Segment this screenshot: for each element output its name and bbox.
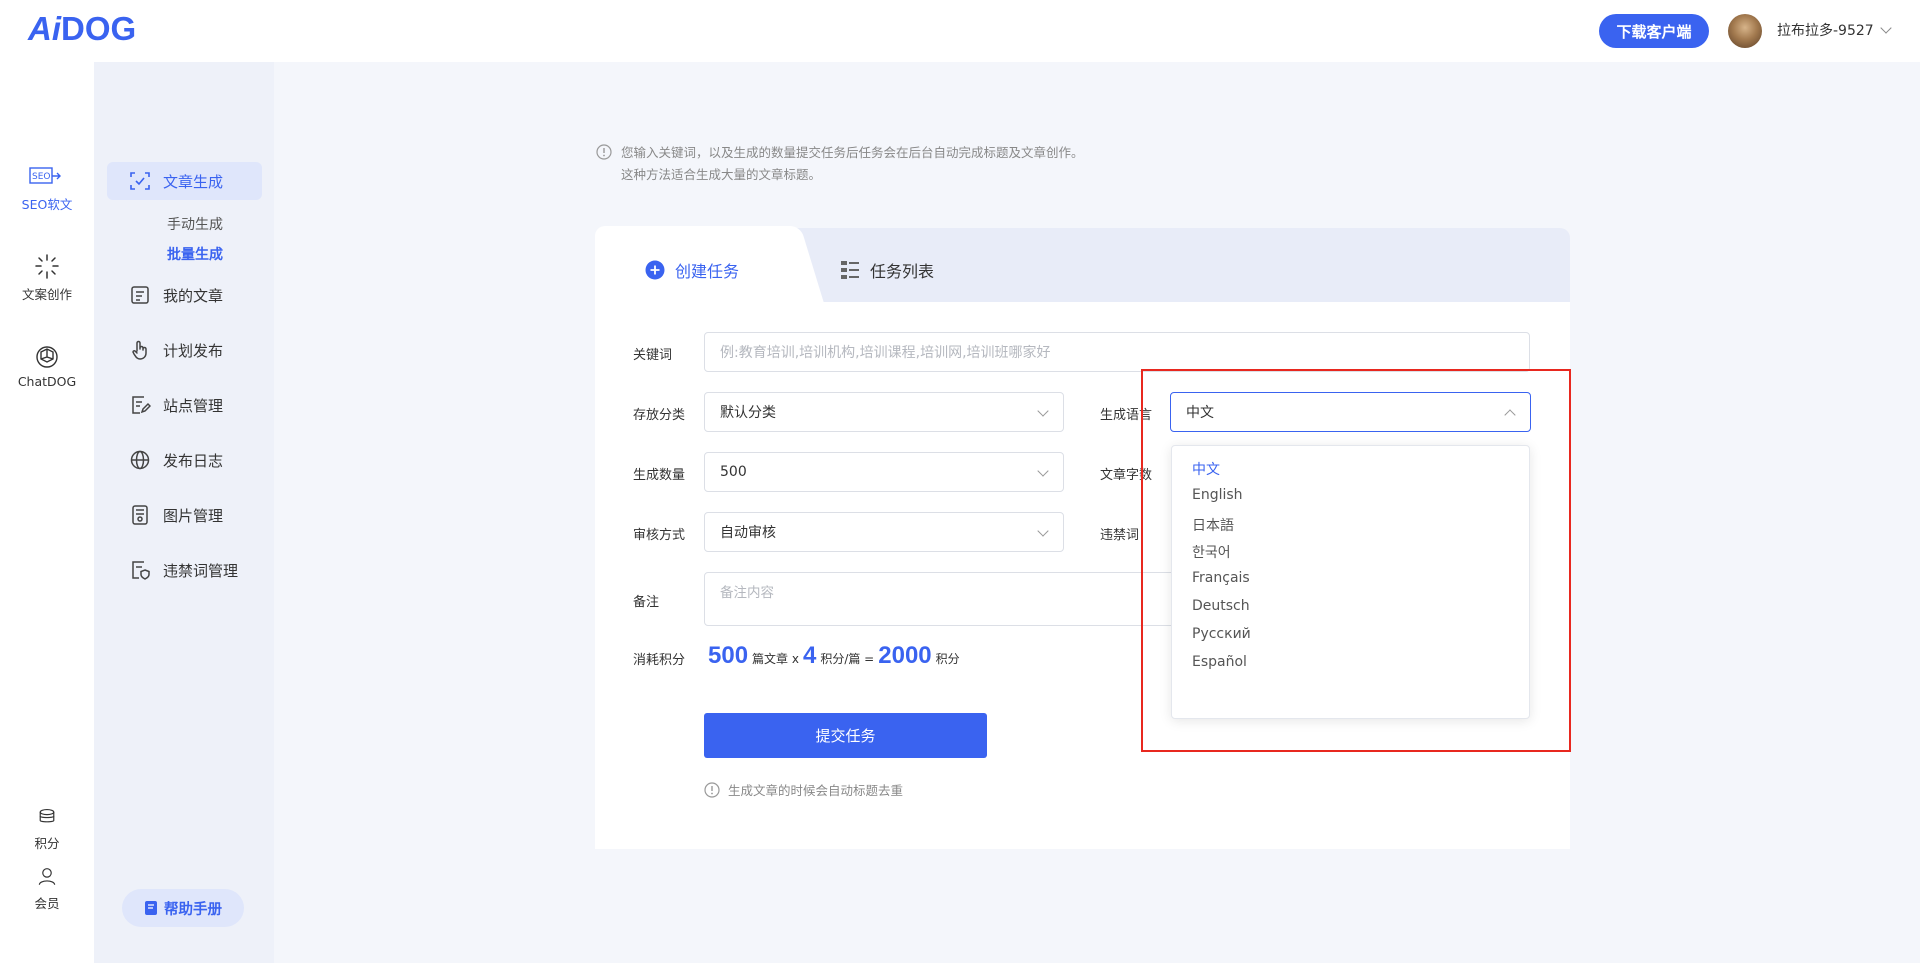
rail-item-chatdog[interactable]: ChatDOG bbox=[0, 344, 94, 389]
keyword-input[interactable]: 例:教育培训,培训机构,培训课程,培训网,培训班哪家好 bbox=[704, 332, 1530, 372]
red-highlight-box bbox=[1141, 369, 1571, 752]
chevron-down-icon bbox=[1037, 405, 1049, 417]
logo[interactable]: Ai DOG bbox=[28, 10, 136, 48]
rail-label-seo: SEO软文 bbox=[21, 197, 73, 212]
sidebar-label: 发布日志 bbox=[163, 451, 224, 470]
banned-words-label: 违禁词 bbox=[1100, 528, 1140, 543]
dedupe-tip: 生成文章的时候会自动标题去重 bbox=[704, 780, 903, 799]
svg-text:SEO: SEO bbox=[32, 172, 50, 182]
sidebar-item-banned-words[interactable]: 违禁词管理 bbox=[107, 551, 262, 589]
sidebar-item-my-articles[interactable]: 我的文章 bbox=[107, 276, 262, 314]
chevron-down-icon bbox=[1880, 22, 1892, 34]
count-value: 500 bbox=[720, 464, 747, 480]
sidebar-item-schedule-publish[interactable]: 计划发布 bbox=[107, 331, 262, 369]
note-label: 备注 bbox=[633, 595, 660, 610]
cost-label: 消耗积分 bbox=[633, 653, 686, 668]
count-select[interactable]: 500 bbox=[704, 452, 1064, 492]
keyword-label: 关键词 bbox=[633, 348, 673, 363]
rail-item-member[interactable]: 会员 bbox=[0, 867, 94, 912]
count-label: 生成数量 bbox=[633, 468, 686, 483]
tab-task-list[interactable]: 任务列表 bbox=[840, 258, 934, 282]
cost-rate: 4 bbox=[802, 642, 817, 669]
avatar[interactable] bbox=[1728, 14, 1762, 48]
rail-label-points: 积分 bbox=[34, 836, 60, 851]
rail-item-copywriting[interactable]: 文案创作 bbox=[0, 254, 94, 303]
sidebar-item-article-generate[interactable]: 文章生成 bbox=[107, 162, 262, 200]
hand-icon bbox=[132, 340, 147, 360]
sidebar-label: 我的文章 bbox=[163, 286, 224, 305]
shield-doc-icon bbox=[132, 561, 150, 580]
sidebar-child-manual[interactable]: 手动生成 bbox=[167, 214, 223, 234]
help-manual-button[interactable]: 帮助手册 bbox=[122, 889, 244, 927]
globe-icon bbox=[130, 450, 150, 470]
cost-unit-points: 积分 bbox=[935, 652, 960, 666]
info-notice: 您输入关键词，以及生成的数量提交任务后任务会在后台自动完成标题及文章创作。 这种… bbox=[596, 142, 1084, 186]
category-value: 默认分类 bbox=[720, 405, 776, 421]
rail-label-chatdog: ChatDOG bbox=[17, 374, 77, 389]
list-icon bbox=[841, 261, 859, 279]
info-circle-icon bbox=[704, 781, 720, 798]
chevron-down-icon bbox=[1037, 465, 1049, 477]
notice-line-1: 您输入关键词，以及生成的数量提交任务后任务会在后台自动完成标题及文章创作。 bbox=[621, 145, 1084, 160]
cost-count: 500 bbox=[708, 642, 749, 669]
review-select[interactable]: 自动审核 bbox=[704, 512, 1064, 552]
cost-unit-per: 积分/篇 = bbox=[820, 652, 875, 666]
review-value: 自动审核 bbox=[720, 525, 776, 541]
help-manual-label: 帮助手册 bbox=[164, 901, 222, 918]
category-select[interactable]: 默认分类 bbox=[704, 392, 1064, 432]
rail-item-seo[interactable]: SEO SEO软文 bbox=[0, 164, 94, 213]
dedupe-tip-text: 生成文章的时候会自动标题去重 bbox=[728, 783, 904, 798]
review-label: 审核方式 bbox=[633, 528, 686, 543]
chevron-down-icon bbox=[1037, 525, 1049, 537]
rail-item-points[interactable]: 积分 bbox=[0, 807, 94, 852]
tab-create-task[interactable]: 创建任务 bbox=[645, 258, 739, 282]
logo-ai-text: Ai bbox=[28, 10, 61, 47]
plus-circle-icon bbox=[645, 260, 665, 280]
username-text: 拉布拉多-9527 bbox=[1777, 23, 1874, 39]
download-client-button[interactable]: 下载客户端 bbox=[1599, 14, 1709, 48]
notice-line-2: 这种方法适合生成大量的文章标题。 bbox=[621, 167, 822, 182]
rail-label-member: 会员 bbox=[34, 896, 60, 911]
coins-icon bbox=[39, 808, 55, 823]
sidebar-item-site-management[interactable]: 站点管理 bbox=[107, 386, 262, 424]
cost-formula: 500 篇文章 x 4 积分/篇 = 2000 积分 bbox=[708, 642, 960, 670]
tab-list-label: 任务列表 bbox=[870, 262, 935, 281]
sidebar-label: 文章生成 bbox=[163, 172, 224, 191]
info-circle-icon bbox=[596, 144, 612, 160]
note-icon bbox=[131, 286, 149, 304]
cost-unit-articles: 篇文章 x bbox=[752, 652, 799, 666]
sidebar-child-batch[interactable]: 批量生成 bbox=[167, 244, 223, 264]
sidebar-label: 站点管理 bbox=[163, 396, 224, 415]
cost-total: 2000 bbox=[878, 642, 932, 669]
sidebar-item-publish-log[interactable]: 发布日志 bbox=[107, 441, 262, 479]
seo-icon: SEO bbox=[29, 167, 61, 184]
sparkle-icon bbox=[35, 254, 59, 279]
logo-dog-text: DOG bbox=[61, 10, 137, 47]
image-doc-icon bbox=[132, 505, 148, 525]
openai-icon bbox=[36, 346, 58, 368]
user-icon bbox=[38, 868, 56, 885]
sidebar-label: 违禁词管理 bbox=[163, 561, 239, 580]
submit-task-button[interactable]: 提交任务 bbox=[704, 713, 987, 758]
book-icon bbox=[145, 901, 157, 915]
icon-rail: SEO SEO软文 文案创作 ChatDOG 积分 会员 bbox=[0, 62, 94, 963]
tab-create-label: 创建任务 bbox=[675, 262, 740, 281]
top-header: Ai DOG 下载客户端 拉布拉多-9527 bbox=[0, 0, 1920, 62]
scan-check-icon bbox=[130, 172, 150, 190]
sidebar-item-image-management[interactable]: 图片管理 bbox=[107, 496, 262, 534]
secondary-sidebar: 文章生成 手动生成 批量生成 我的文章 计划发布 站点管理 发布日志 图片管理 … bbox=[94, 62, 274, 963]
sidebar-label: 计划发布 bbox=[163, 341, 224, 360]
user-menu[interactable]: 拉布拉多-9527 bbox=[1777, 20, 1892, 40]
category-label: 存放分类 bbox=[633, 408, 686, 423]
rail-label-copywriting: 文案创作 bbox=[21, 287, 72, 302]
sidebar-label: 图片管理 bbox=[163, 506, 224, 525]
edit-doc-icon bbox=[132, 396, 151, 414]
